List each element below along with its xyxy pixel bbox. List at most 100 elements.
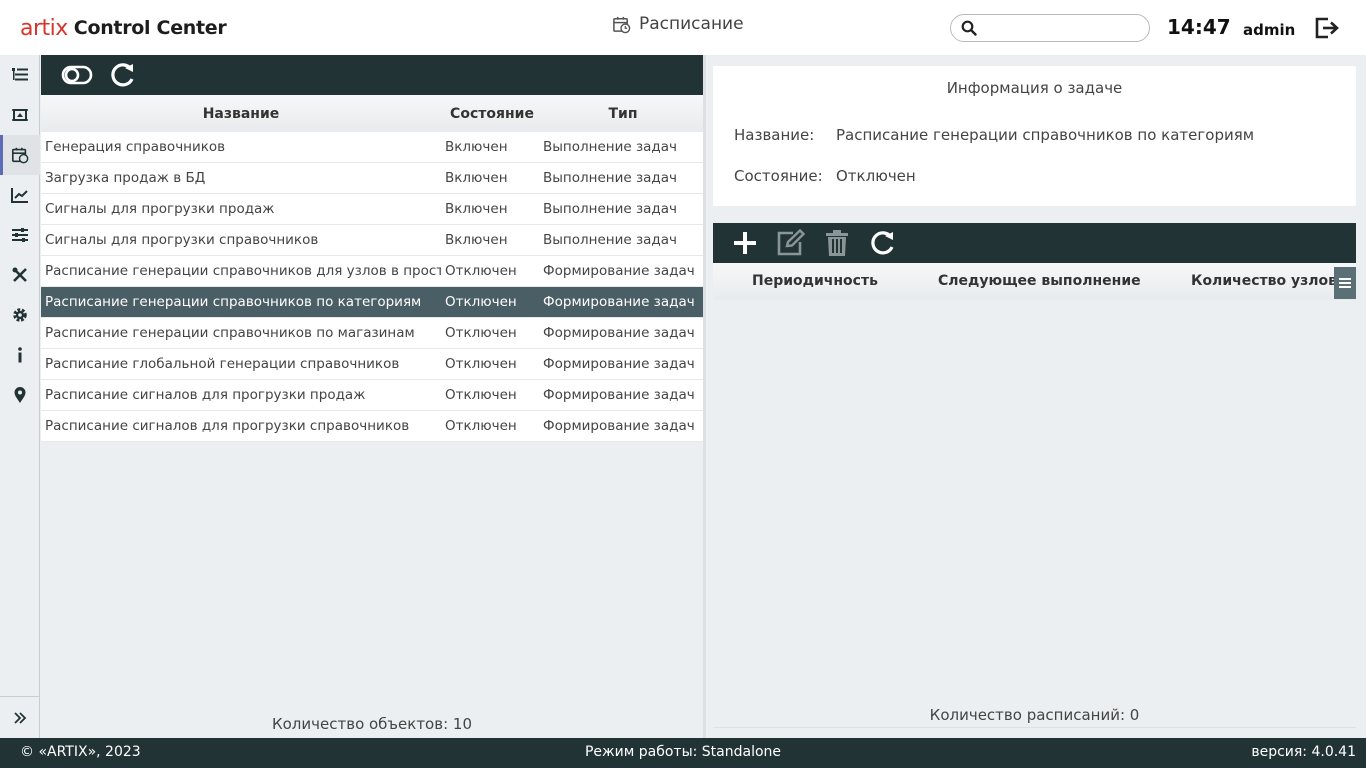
cell-type: Формирование задач [543, 325, 695, 341]
cell-name: Сигналы для прогрузки справочников [45, 232, 319, 248]
gear-icon [13, 308, 27, 322]
schedules-bottom-border [713, 727, 1356, 728]
column-header-name[interactable]: Название [41, 106, 441, 122]
cell-state: Включен [445, 232, 508, 248]
sidebar-item-frame[interactable] [0, 95, 40, 135]
sidebar-item-tools[interactable] [0, 255, 40, 295]
cell-name: Расписание генерации справочников для уз… [45, 263, 441, 279]
map-pin-icon [14, 387, 26, 403]
refresh-icon[interactable] [869, 229, 897, 257]
add-schedule-button[interactable] [727, 223, 763, 263]
panel-splitter[interactable] [703, 55, 706, 738]
table-row[interactable]: Расписание генерации справочников по маг… [41, 318, 703, 349]
cell-state: Отключен [445, 294, 517, 310]
column-menu-button[interactable] [1334, 267, 1356, 299]
edit-icon[interactable] [776, 229, 806, 257]
cell-type: Выполнение задач [543, 139, 677, 155]
cell-state: Отключен [445, 418, 517, 434]
cell-type: Выполнение задач [543, 232, 677, 248]
edit-schedule-button[interactable] [773, 223, 809, 263]
cell-type: Формирование задач [543, 356, 695, 372]
table-row[interactable]: Расписание генерации справочников для уз… [41, 256, 703, 287]
search-box[interactable] [950, 14, 1150, 42]
tools-icon [12, 267, 27, 282]
column-header-state[interactable]: Состояние [441, 106, 543, 122]
sidebar-item-info[interactable] [0, 335, 40, 375]
cell-type: Формирование задач [543, 418, 695, 434]
table-row[interactable]: Расписание сигналов для прогрузки продаж… [41, 380, 703, 411]
cell-state: Отключен [445, 387, 517, 403]
list-tree-icon [12, 68, 28, 81]
logo-brand: artix [20, 15, 68, 41]
tasks-count: Количество объектов: 10 [271, 715, 472, 733]
refresh-icon[interactable] [109, 61, 137, 89]
table-row[interactable]: Расписание глобальной генерации справочн… [41, 349, 703, 380]
cell-name: Расписание генерации справочников по кат… [45, 294, 422, 310]
plus-icon[interactable] [732, 230, 758, 256]
current-user[interactable]: admin [1243, 21, 1295, 39]
delete-schedule-button[interactable] [819, 223, 855, 263]
schedules-grid-header: Периодичность Следующее выполнение Колич… [713, 263, 1356, 300]
double-chevron-right-icon[interactable] [13, 711, 27, 725]
cell-type: Выполнение задач [543, 201, 677, 217]
logout-button[interactable] [1314, 16, 1340, 44]
calendar-clock-icon [11, 147, 29, 164]
sidebar [0, 55, 40, 738]
cell-type: Формирование задач [543, 294, 695, 310]
task-name-value: Расписание генерации справочников по кат… [836, 126, 1255, 144]
tasks-grid-header: Название Состояние Тип [41, 95, 703, 132]
search-icon[interactable] [961, 20, 977, 36]
search-input[interactable] [981, 18, 1141, 38]
sliders-icon [12, 228, 28, 242]
cell-name: Расписание сигналов для прогрузки справо… [45, 418, 410, 434]
cell-state: Включен [445, 201, 508, 217]
table-row[interactable]: Расписание сигналов для прогрузки справо… [41, 411, 703, 442]
tasks-panel: Название Состояние Тип Генерация справоч… [41, 55, 703, 738]
schedules-panel: Периодичность Следующее выполнение Колич… [713, 223, 1356, 728]
app-footer: Режим работы: Standalone © «ARTIX», 2023… [0, 738, 1366, 768]
table-row[interactable]: Загрузка продаж в БД Включен Выполнение за… [41, 163, 703, 194]
cell-state: Включен [445, 139, 508, 155]
logo: artix Control Center [20, 10, 227, 46]
cell-type: Выполнение задач [543, 170, 677, 186]
sidebar-item-settings[interactable] [0, 295, 40, 335]
sidebar-expand-button[interactable] [0, 696, 40, 738]
cell-name: Расписание генерации справочников по маг… [45, 325, 415, 341]
hamburger-icon[interactable] [1339, 278, 1351, 288]
sidebar-item-map[interactable] [0, 375, 40, 415]
sidebar-item-tree[interactable] [0, 55, 40, 95]
column-header-nodes-count[interactable]: Количество узлов [1191, 273, 1337, 289]
sidebar-item-charts[interactable] [0, 175, 40, 215]
column-header-next-run[interactable]: Следующее выполнение [938, 273, 1141, 289]
refresh-button[interactable] [105, 55, 141, 95]
cell-name: Сигналы для прогрузки продаж [45, 201, 275, 217]
cell-type: Формирование задач [543, 263, 695, 279]
sidebar-item-schedule[interactable] [0, 135, 40, 175]
column-header-type[interactable]: Тип [543, 106, 703, 122]
calendar-clock-icon [613, 16, 631, 33]
task-info-card: Информация о задаче Название: Расписание… [713, 66, 1356, 206]
task-state-label: Состояние: [734, 167, 823, 185]
task-info-title: Информация о задаче [946, 79, 1123, 97]
sidebar-item-settings-sliders[interactable] [0, 215, 40, 255]
trash-icon[interactable] [825, 229, 849, 257]
refresh-schedules-button[interactable] [865, 223, 901, 263]
table-row[interactable]: Генерация справочников Включен Выполнение … [41, 132, 703, 163]
cell-name: Расписание сигналов для прогрузки продаж [45, 387, 366, 403]
table-row[interactable]: Сигналы для прогрузки продаж Включен Выпол… [41, 194, 703, 225]
toggle-icon[interactable] [61, 64, 93, 86]
task-state-value: Отключен [836, 167, 916, 185]
tasks-grid-body: Генерация справочников Включен Выполнение … [41, 132, 703, 442]
logo-product: Control Center [73, 17, 227, 39]
column-header-period[interactable]: Периодичность [752, 273, 878, 289]
page-title: Расписание [639, 14, 744, 34]
logout-icon[interactable] [1314, 16, 1340, 40]
app-version: версия: 4.0.41 [1251, 744, 1356, 760]
toggle-button[interactable] [59, 55, 95, 95]
cell-name: Загрузка продаж в БД [45, 170, 206, 186]
table-row[interactable]: Расписание генерации справочников по кат… [41, 287, 703, 318]
table-row[interactable]: Сигналы для прогрузки справочников Включе… [41, 225, 703, 256]
info-icon [18, 347, 22, 363]
tasks-toolbar [41, 55, 703, 95]
schedules-toolbar [713, 223, 1356, 263]
